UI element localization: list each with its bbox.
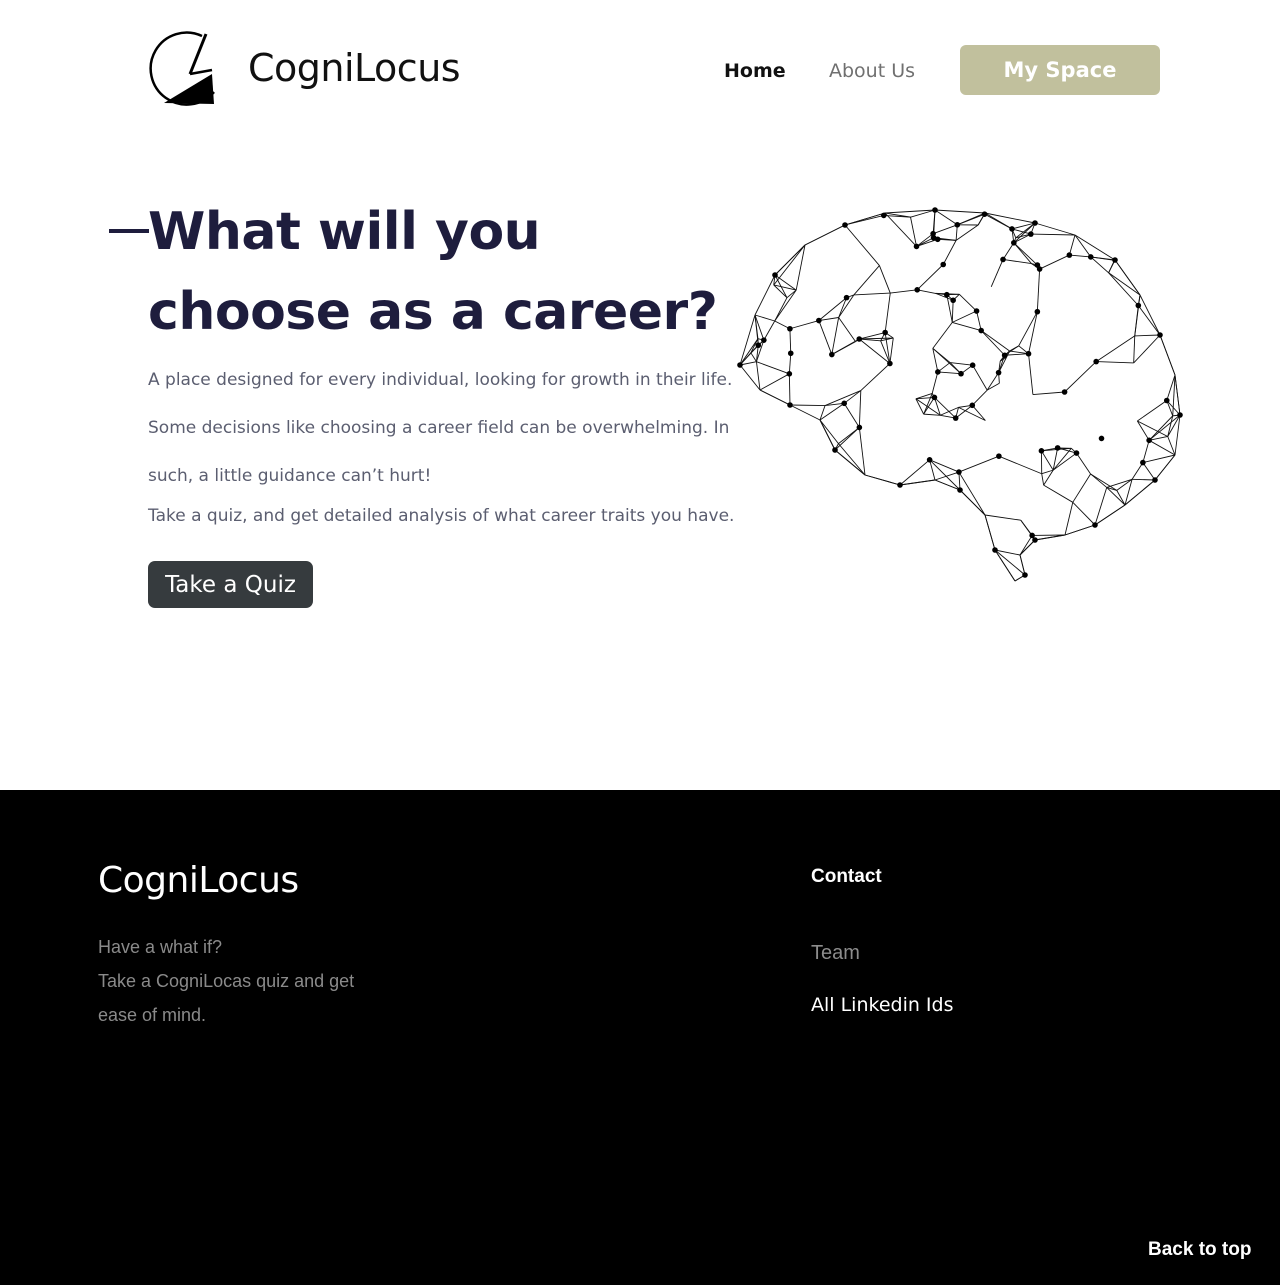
site-footer: CogniLocus Have a what if? Take a CogniL…: [0, 790, 1280, 1285]
take-quiz-button[interactable]: Take a Quiz: [148, 561, 313, 608]
back-to-top-link[interactable]: Back to top: [1148, 1239, 1251, 1261]
tagline-line: ease of mind.: [98, 1005, 207, 1025]
footer-brand: CogniLocus: [98, 860, 299, 901]
team-link[interactable]: Team: [811, 942, 860, 965]
hero-description: A place designed for every individual, l…: [148, 370, 733, 486]
brand-name[interactable]: CogniLocus: [248, 46, 461, 90]
site-header: CogniLocus Home About Us My Space: [0, 0, 1280, 140]
linkedin-link[interactable]: All Linkedin Ids: [811, 994, 954, 1016]
brain-network-illustration: [737, 207, 1183, 582]
tagline-line: Take a CogniLocas quiz and get: [98, 971, 355, 991]
tagline-line: Have a what if?: [98, 937, 223, 957]
contact-heading: Contact: [811, 866, 882, 887]
hero-title: What will you choose as a career?: [148, 202, 718, 342]
hero-description-quiz: Take a quiz, and get detailed analysis o…: [148, 506, 735, 526]
nav-about-link[interactable]: About Us: [829, 60, 915, 82]
logo-icon[interactable]: [142, 30, 216, 110]
footer-tagline: Have a what if? Take a CogniLocas quiz a…: [98, 930, 418, 1032]
title-dash: [109, 229, 149, 233]
nav-home-link[interactable]: Home: [724, 60, 786, 82]
my-space-button[interactable]: My Space: [960, 45, 1160, 95]
